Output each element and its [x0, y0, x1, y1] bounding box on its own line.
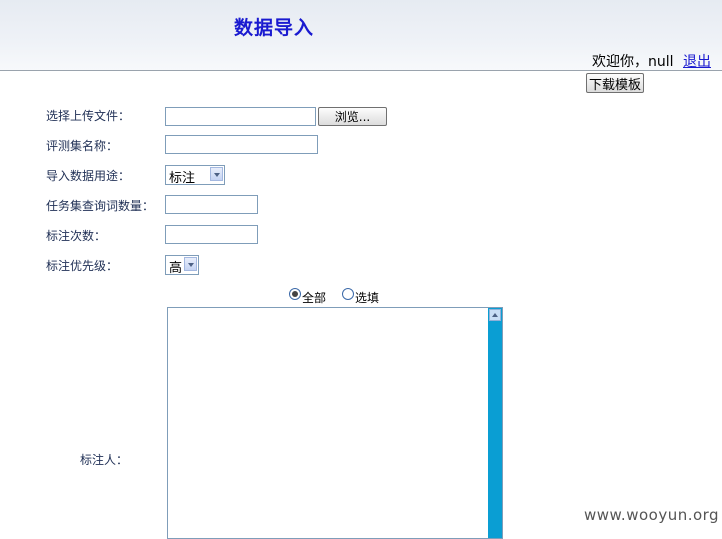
radio-select[interactable] — [342, 288, 354, 300]
radio-all-label: 全部 — [302, 291, 327, 305]
priority-select[interactable]: 高 — [165, 255, 199, 276]
priority-select-value: 高 — [169, 261, 183, 276]
annotator-textarea[interactable] — [167, 307, 503, 539]
page-header: 数据导入 欢迎你，null 退出 — [0, 0, 722, 71]
watermark: www.wooyun.org — [584, 506, 720, 524]
file-path-input[interactable] — [165, 107, 316, 126]
browse-button[interactable]: 浏览... — [318, 107, 387, 126]
annotator-label: 标注人： — [80, 453, 129, 467]
usage-select[interactable]: 标注 — [165, 165, 225, 186]
radio-select-label: 选填 — [355, 291, 380, 305]
page-title: 数据导入 — [234, 17, 315, 39]
eval-set-label: 评测集名称： — [46, 139, 119, 153]
logout-link[interactable]: 退出 — [683, 51, 711, 71]
usage-select-value: 标注 — [169, 171, 196, 186]
query-count-label: 任务集查询词数量： — [46, 199, 155, 213]
chevron-down-icon — [184, 257, 197, 271]
chevron-down-icon — [210, 167, 223, 181]
eval-set-input[interactable] — [165, 135, 318, 154]
radio-all[interactable] — [289, 288, 301, 300]
annotate-times-label: 标注次数： — [46, 229, 107, 243]
welcome-text: 欢迎你，null — [592, 54, 674, 70]
query-count-input[interactable] — [165, 195, 258, 214]
download-template-button[interactable]: 下载模板 — [586, 73, 644, 93]
scroll-up-icon[interactable] — [489, 309, 501, 321]
file-label: 选择上传文件： — [46, 109, 131, 123]
textarea-scrollbar[interactable] — [488, 308, 502, 538]
priority-label: 标注优先级： — [46, 259, 119, 273]
usage-label: 导入数据用途： — [46, 169, 131, 183]
annotate-times-input[interactable] — [165, 225, 258, 244]
